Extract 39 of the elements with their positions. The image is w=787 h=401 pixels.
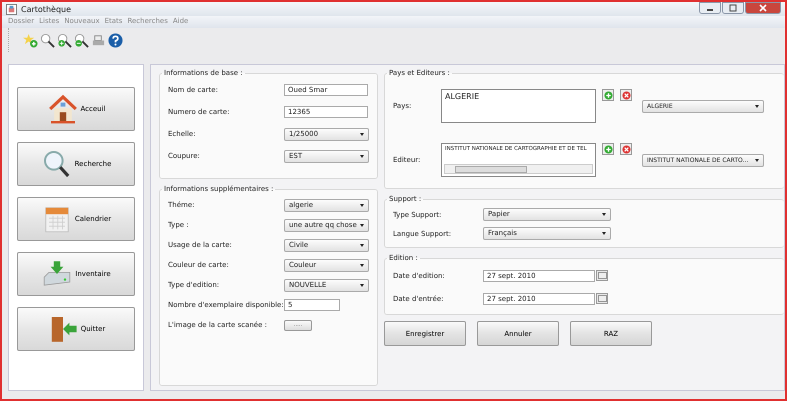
calendar-icon — [598, 295, 606, 302]
caret-icon — [755, 158, 759, 162]
horizontal-scrollbar[interactable] — [444, 164, 593, 174]
caret-icon — [602, 232, 606, 235]
window-title: Cartothèque — [21, 4, 72, 14]
zoom-in-icon[interactable] — [57, 32, 72, 48]
maximize-button[interactable] — [722, 2, 744, 14]
date-picker-button[interactable] — [596, 293, 608, 304]
app-icon — [6, 4, 17, 14]
caret-icon — [360, 204, 364, 206]
date-picker-button[interactable] — [596, 270, 608, 281]
remove-button[interactable] — [620, 143, 632, 155]
minimize-button[interactable] — [699, 2, 721, 14]
calendar-icon — [598, 272, 606, 279]
plus-icon — [604, 90, 612, 100]
zoom-out-icon[interactable] — [74, 32, 89, 48]
new-star-icon[interactable] — [23, 32, 38, 48]
remove-icon — [622, 90, 630, 100]
help-icon[interactable] — [108, 32, 123, 48]
caret-icon — [360, 132, 364, 136]
house-icon — [46, 94, 78, 124]
caret-icon — [360, 264, 364, 266]
add-button[interactable] — [602, 143, 614, 155]
list-box[interactable]: ALGERIE — [441, 89, 596, 123]
remove-button[interactable] — [620, 89, 632, 101]
maximize-icon — [728, 4, 738, 12]
caret-icon — [360, 284, 364, 286]
list-item[interactable]: ALGERIE — [442, 90, 595, 103]
search-icon[interactable] — [40, 32, 55, 48]
close-button[interactable] — [745, 2, 781, 14]
caret-icon — [360, 224, 364, 226]
caret-icon — [360, 244, 364, 246]
close-icon — [758, 4, 768, 12]
remove-icon — [622, 144, 630, 154]
caret-icon — [360, 154, 364, 158]
caret-icon — [602, 213, 606, 216]
add-button[interactable] — [602, 89, 614, 101]
plus-icon — [604, 144, 612, 154]
caret-icon — [755, 104, 759, 108]
